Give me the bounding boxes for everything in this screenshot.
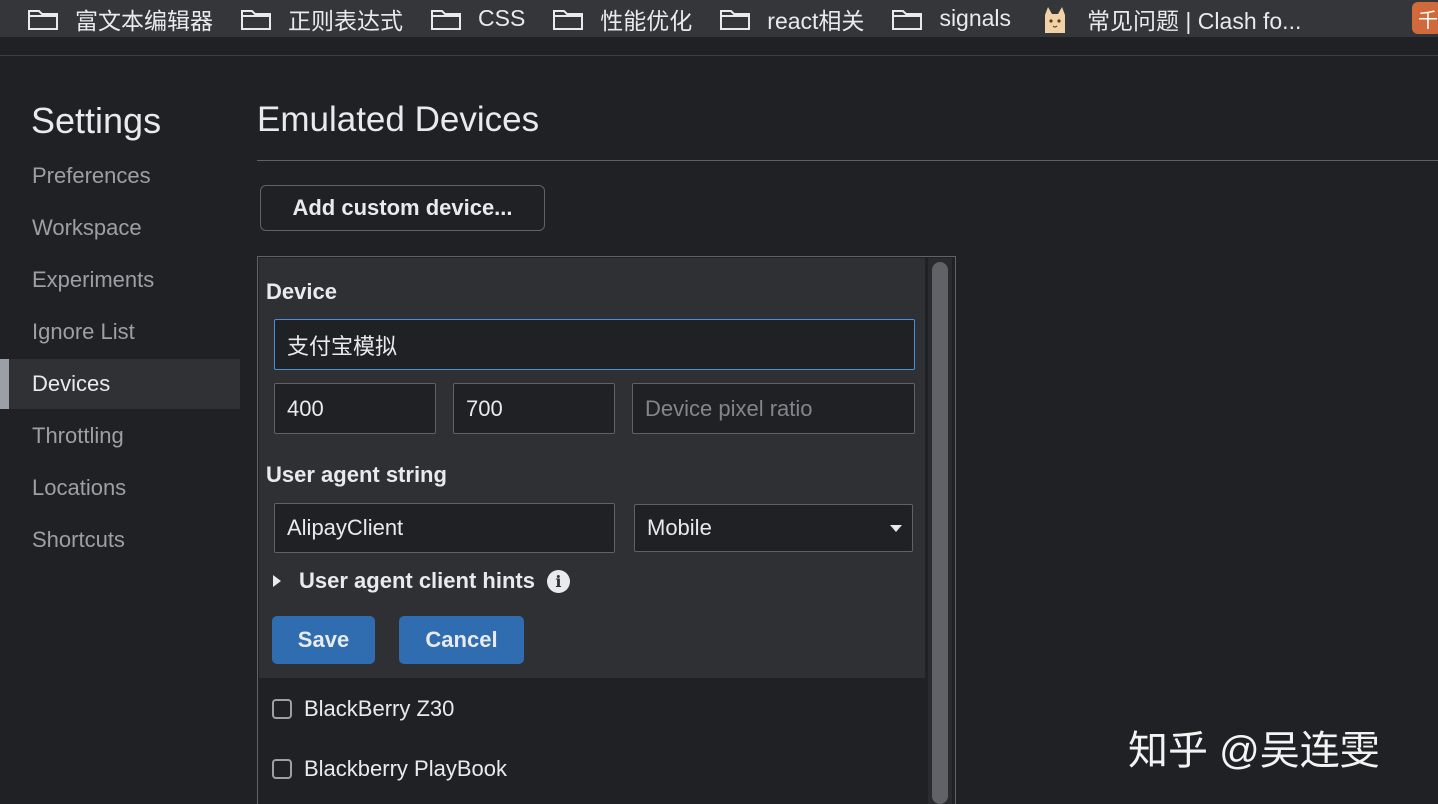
folder-icon	[553, 9, 584, 30]
sidebar-item-locations[interactable]: Locations	[0, 463, 240, 513]
bookmark-label: 常见问题 | Clash fo...	[1087, 7, 1302, 34]
sidebar-item-throttling[interactable]: Throttling	[0, 411, 240, 461]
device-pixel-ratio-input[interactable]	[632, 383, 915, 434]
chevron-down-icon	[890, 525, 902, 532]
folder-icon	[892, 9, 923, 30]
folder-icon	[720, 9, 751, 30]
bookmarks-bar: 富文本编辑器 正则表达式 CSS 性能优化 react相关 signals 常见…	[0, 0, 1438, 37]
bookmark-overflow-favicon[interactable]: 千	[1412, 2, 1438, 34]
bookmark-label: signals	[939, 5, 1012, 31]
bookmark-folder-5[interactable]: signals	[892, 5, 1011, 32]
bookmark-link-clash[interactable]: 常见问题 | Clash fo...	[1039, 2, 1301, 36]
add-custom-device-button[interactable]: Add custom device...	[260, 185, 545, 231]
cat-favicon-icon	[1045, 6, 1066, 33]
cancel-button[interactable]: Cancel	[399, 616, 524, 664]
bookmark-label: 正则表达式	[288, 7, 403, 34]
bookmark-label: 富文本编辑器	[75, 7, 213, 34]
user-agent-type-value: Mobile	[647, 515, 712, 540]
device-name-input[interactable]	[274, 319, 915, 370]
sidebar-item-preferences[interactable]: Preferences	[0, 151, 240, 201]
device-name: BlackBerry Z30	[304, 696, 455, 721]
device-checkbox[interactable]	[272, 699, 292, 719]
folder-icon	[28, 9, 58, 30]
expand-triangle-icon	[273, 575, 281, 587]
folder-icon	[431, 9, 461, 30]
title-divider	[257, 160, 1438, 161]
client-hints-label: User agent client hints	[299, 568, 535, 593]
user-agent-input[interactable]	[274, 503, 615, 553]
bookmark-label: CSS	[478, 5, 526, 31]
device-list-item[interactable]: Blackberry PlayBook	[272, 756, 507, 782]
user-agent-label: User agent string	[266, 462, 447, 487]
sidebar-item-devices[interactable]: Devices	[0, 359, 240, 409]
bookmark-folder-3[interactable]: 性能优化	[553, 2, 692, 36]
folder-icon	[241, 9, 271, 30]
device-width-input[interactable]	[274, 383, 436, 434]
sidebar-title: Settings	[31, 100, 162, 141]
sidebar-item-ignore-list[interactable]: Ignore List	[0, 307, 240, 357]
device-label: Device	[266, 279, 337, 304]
bookmark-folder-1[interactable]: 正则表达式	[241, 2, 403, 36]
user-agent-client-hints-toggle[interactable]: User agent client hints i	[273, 568, 570, 594]
info-icon[interactable]: i	[546, 569, 570, 593]
device-list-item[interactable]: BlackBerry Z30	[272, 696, 454, 722]
device-name: Blackberry PlayBook	[304, 756, 507, 781]
save-button[interactable]: Save	[272, 616, 375, 664]
page-title: Emulated Devices	[257, 100, 540, 139]
sidebar-item-experiments[interactable]: Experiments	[0, 255, 240, 305]
scrollbar-thumb[interactable]	[932, 262, 948, 804]
bookmark-label: react相关	[767, 7, 865, 34]
user-agent-type-select[interactable]: Mobile	[634, 504, 913, 552]
device-checkbox[interactable]	[272, 759, 292, 779]
device-height-input[interactable]	[453, 383, 615, 434]
bookmark-folder-0[interactable]: 富文本编辑器	[28, 2, 213, 36]
bookmark-label: 性能优化	[600, 7, 693, 34]
bookmark-folder-2[interactable]: CSS	[431, 5, 525, 32]
sidebar-item-workspace[interactable]: Workspace	[0, 203, 240, 253]
bookmark-folder-4[interactable]: react相关	[720, 2, 864, 36]
watermark: 知乎 @吴连雯	[1128, 729, 1380, 773]
sidebar-item-shortcuts[interactable]: Shortcuts	[0, 515, 240, 565]
